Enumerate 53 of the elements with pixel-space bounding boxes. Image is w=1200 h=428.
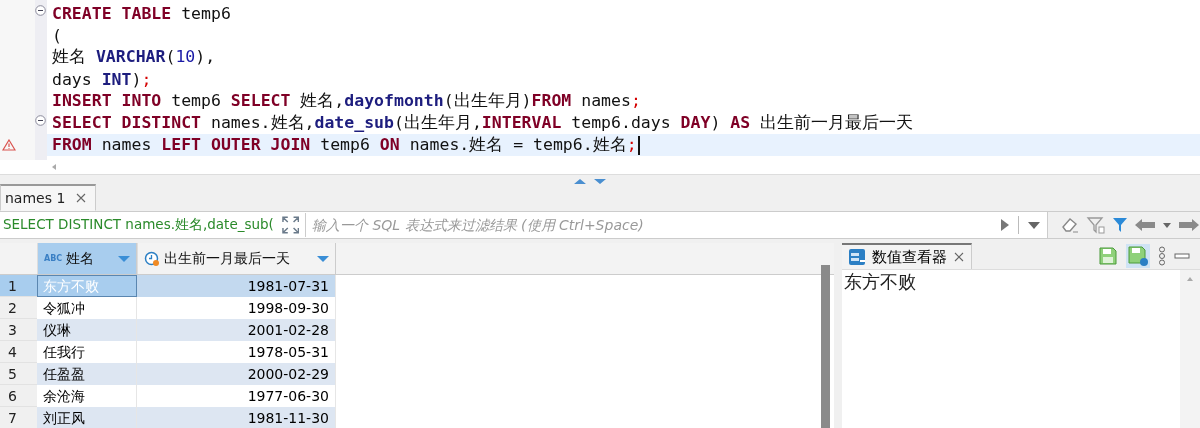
table-cell[interactable]: 1981-07-31 [137, 275, 336, 297]
run-icon[interactable] [1000, 218, 1010, 232]
row-number[interactable]: 5 [0, 363, 37, 385]
row-number[interactable]: 7 [0, 407, 37, 428]
code-line: SELECT DISTINCT names.姓名,date_sub(出生年月,INTERVAL temp6.days DAY) AS 出生前一月最后一天 [52, 112, 914, 134]
table-cell[interactable]: 任盈盈 [37, 363, 137, 385]
dropdown-icon[interactable] [1027, 220, 1041, 230]
dropdown-icon[interactable] [317, 254, 329, 263]
save-icon[interactable] [1126, 244, 1150, 268]
column-header[interactable]: 出生前一月最后一天 [137, 243, 336, 274]
panel-icon [848, 248, 866, 266]
row-number[interactable]: 2 [0, 297, 37, 319]
close-icon[interactable] [953, 251, 965, 263]
filter-icon[interactable] [1086, 216, 1106, 234]
row-number[interactable]: 6 [0, 385, 37, 407]
collapse-arrows-icon[interactable] [572, 177, 608, 185]
code-line: 姓名 VARCHAR(10), [52, 46, 216, 68]
text-cursor [637, 135, 640, 155]
table-cell[interactable]: 2001-02-28 [137, 319, 336, 341]
code-line: ( [52, 25, 62, 45]
query-text: SELECT DISTINCT names.姓名,date_sub( [0, 212, 276, 238]
row-number[interactable]: 1 [0, 275, 37, 297]
expand-icon[interactable] [275, 212, 305, 238]
code-line: CREATE TABLE temp6 [52, 3, 231, 23]
results-tab[interactable]: names 1 [0, 184, 97, 211]
eraser-icon[interactable] [1060, 216, 1080, 234]
scrollbar[interactable] [821, 265, 830, 428]
save-icon[interactable] [1098, 246, 1118, 266]
more-icon[interactable] [1158, 246, 1166, 266]
table-cell[interactable]: 刘正风 [37, 407, 137, 428]
viewer-tab[interactable]: 数值查看器 [842, 243, 972, 269]
value-text: 东方不败 [843, 270, 917, 294]
code-line: FROM names LEFT OUTER JOIN temp6 ON names.姓名 = temp6.姓名; [52, 134, 637, 156]
warning-icon [2, 139, 16, 151]
code-line: INSERT INTO temp6 SELECT 姓名,dayofmonth(出生年月)FROM names; [52, 90, 641, 112]
minimize-icon[interactable] [1174, 252, 1190, 260]
row-number[interactable]: 4 [0, 341, 37, 363]
code-line: days INT); [52, 69, 152, 89]
scroll-left-icon[interactable] [50, 163, 58, 171]
scroll-up-icon[interactable] [1186, 276, 1194, 282]
collapse-icon[interactable] [35, 115, 46, 126]
table-cell[interactable]: 1981-11-30 [137, 407, 336, 428]
close-icon[interactable] [75, 192, 88, 204]
column-header[interactable]: ABC 姓名 [37, 243, 137, 274]
filter-icon[interactable] [1112, 216, 1128, 234]
collapse-icon[interactable] [35, 5, 46, 16]
table-cell[interactable]: 仪琳 [37, 319, 137, 341]
forward-arrow-icon[interactable] [1178, 218, 1200, 232]
caret-icon[interactable] [1162, 221, 1172, 229]
table-cell[interactable]: 2000-02-29 [137, 363, 336, 385]
clock-icon [144, 250, 160, 267]
back-arrow-icon[interactable] [1134, 218, 1156, 232]
row-number[interactable]: 3 [0, 319, 37, 341]
